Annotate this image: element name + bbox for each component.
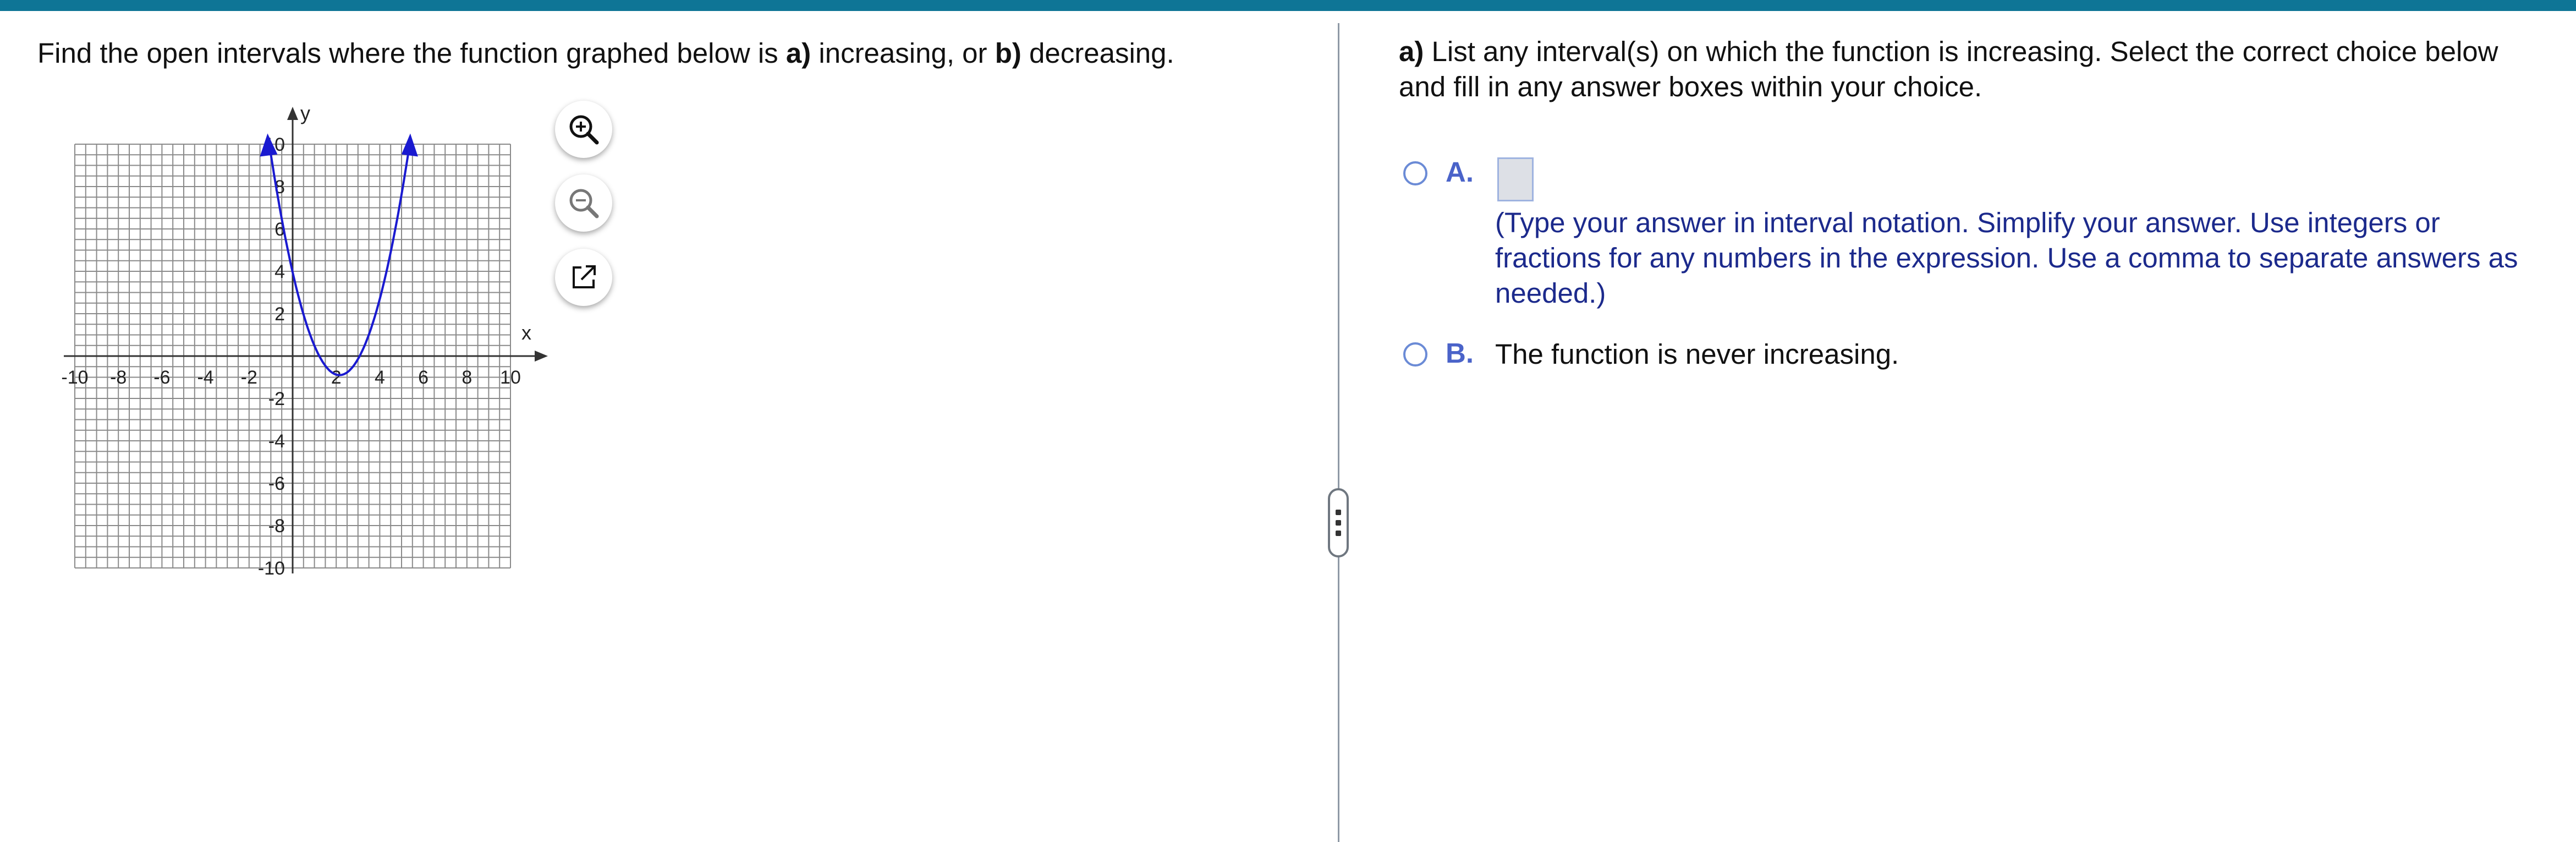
- y-tick-label: -10: [258, 558, 285, 579]
- x-tick-label: -2: [241, 367, 257, 388]
- y-tick-label: -2: [268, 389, 285, 409]
- x-tick-label: 6: [418, 367, 429, 388]
- answer-prompt: a) List any interval(s) on which the fun…: [1399, 36, 2498, 102]
- function-graph: -10 -8 -6 -4 -2 2 4 6 8 10108642-2-4-6-8-10 x y: [61, 102, 548, 579]
- curve-arrow-right: [401, 133, 418, 157]
- x-tick-label: -8: [110, 367, 127, 388]
- y-tick-label: -4: [268, 431, 285, 452]
- y-tick-label: 2: [274, 304, 285, 325]
- x-tick-label: 8: [462, 367, 472, 388]
- y-axis-label: y: [300, 102, 310, 124]
- pop-out-icon: [573, 265, 596, 288]
- x-tick-label: -4: [197, 367, 213, 388]
- choice-b-letter: B.: [1446, 337, 1474, 369]
- pop-out-button[interactable]: [555, 249, 612, 306]
- x-axis-label: x: [521, 321, 531, 344]
- panel-divider: [1338, 23, 1339, 842]
- y-axis-arrow: [287, 107, 298, 120]
- x-tick-label: -6: [153, 367, 170, 388]
- graph-axes: [64, 107, 548, 573]
- interval-answer-input[interactable]: [1497, 157, 1534, 201]
- x-tick-label: 2: [331, 367, 342, 388]
- zoom-out-button[interactable]: [555, 174, 612, 232]
- graph-curve: [260, 133, 418, 376]
- choice-a-hint: (Type your answer in interval notation. …: [1495, 207, 2518, 309]
- x-tick-label: 10: [500, 367, 521, 388]
- y-tick-label: -8: [268, 516, 285, 537]
- y-tick-label: -6: [268, 473, 285, 494]
- zoom-out-icon: [569, 189, 599, 218]
- zoom-in-icon: [569, 115, 599, 145]
- x-tick-label: -10: [61, 367, 88, 388]
- choice-a-radio[interactable]: [1403, 161, 1427, 185]
- x-axis-arrow: [535, 351, 548, 362]
- panel-resize-handle[interactable]: [1328, 488, 1349, 557]
- choice-b-radio[interactable]: [1403, 342, 1427, 367]
- x-tick-label: 4: [375, 367, 385, 388]
- zoom-in-button[interactable]: [555, 101, 612, 158]
- choice-b-text: The function is never increasing.: [1495, 338, 1899, 370]
- y-tick-label: 4: [274, 261, 285, 282]
- function-curve: [270, 154, 409, 376]
- choice-a-letter: A.: [1446, 156, 1474, 188]
